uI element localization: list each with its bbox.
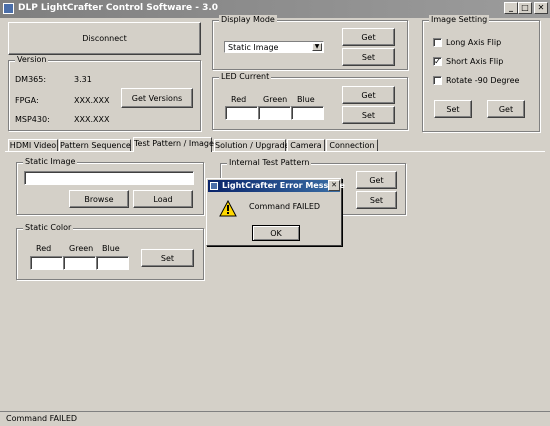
test-pattern-set-button[interactable]: Set bbox=[356, 191, 397, 209]
tab-pattern-sequence[interactable]: Pattern Sequence bbox=[59, 139, 131, 151]
tab-camera[interactable]: Camera bbox=[287, 139, 325, 151]
led-get-button[interactable]: Get bbox=[342, 86, 395, 104]
static-color-blue-input[interactable] bbox=[96, 256, 129, 270]
static-color-red-label: Red bbox=[36, 244, 52, 253]
minimize-button[interactable]: _ bbox=[504, 2, 518, 14]
image-setting-group-label: Image Setting bbox=[429, 15, 490, 24]
window-title: DLP LightCrafter Control Software - 3.0 bbox=[18, 3, 219, 13]
short-axis-flip-label: Short Axis Flip bbox=[446, 57, 504, 66]
close-button[interactable]: ✕ bbox=[534, 2, 548, 14]
rotate-90-label: Rotate -90 Degree bbox=[446, 76, 520, 85]
fpga-label: FPGA: bbox=[15, 96, 39, 105]
rotate-90-checkbox[interactable] bbox=[433, 76, 442, 85]
tab-connection[interactable]: Connection bbox=[326, 139, 378, 151]
msp430-value: XXX.XXX bbox=[74, 115, 110, 124]
short-axis-flip-checkbox[interactable]: ✓ bbox=[433, 57, 442, 66]
error-dialog: LightCrafter Error Message ✕ Command FAI… bbox=[206, 178, 345, 246]
long-axis-flip-label: Long Axis Flip bbox=[446, 38, 502, 47]
internal-test-pattern-group-label: Internal Test Pattern bbox=[227, 158, 312, 167]
led-blue-label: Blue bbox=[297, 95, 315, 104]
status-text: Command FAILED bbox=[6, 414, 78, 423]
browse-button[interactable]: Browse bbox=[69, 190, 129, 208]
fpga-value: XXX.XXX bbox=[74, 96, 110, 105]
error-dialog-title: LightCrafter Error Message bbox=[222, 181, 345, 190]
led-blue-input[interactable] bbox=[291, 106, 324, 120]
status-bar: Command FAILED bbox=[0, 411, 550, 426]
dm365-value: 3.31 bbox=[74, 75, 92, 84]
chevron-down-icon[interactable]: ▼ bbox=[312, 43, 322, 51]
static-color-red-input[interactable] bbox=[30, 256, 63, 270]
load-button[interactable]: Load bbox=[133, 190, 193, 208]
led-set-button[interactable]: Set bbox=[342, 106, 395, 124]
led-green-input[interactable] bbox=[258, 106, 291, 120]
display-mode-select[interactable]: Static Image ▼ bbox=[224, 41, 324, 53]
dm365-label: DM365: bbox=[15, 75, 47, 84]
tab-hdmi-video[interactable]: HDMI Video bbox=[8, 139, 58, 151]
static-color-blue-label: Blue bbox=[102, 244, 120, 253]
display-mode-get-button[interactable]: Get bbox=[342, 28, 395, 46]
led-red-input[interactable] bbox=[225, 106, 258, 120]
static-color-green-label: Green bbox=[69, 244, 94, 253]
error-dialog-message: Command FAILED bbox=[249, 202, 321, 211]
get-versions-button[interactable]: Get Versions bbox=[121, 88, 193, 108]
tab-solution-upgrade[interactable]: Solution / Upgrade bbox=[214, 139, 290, 151]
display-mode-group-label: Display Mode bbox=[219, 15, 277, 24]
error-dialog-close-button[interactable]: ✕ bbox=[328, 180, 340, 191]
app-icon bbox=[3, 3, 14, 14]
static-color-group-label: Static Color bbox=[23, 223, 74, 232]
ok-button[interactable]: OK bbox=[252, 225, 300, 241]
tab-test-pattern-image[interactable]: Test Pattern / Image bbox=[133, 137, 214, 152]
image-setting-get-button[interactable]: Get bbox=[487, 100, 525, 118]
display-mode-set-button[interactable]: Set bbox=[342, 48, 395, 66]
static-color-set-button[interactable]: Set bbox=[141, 249, 194, 267]
long-axis-flip-checkbox[interactable] bbox=[433, 38, 442, 47]
warning-icon bbox=[219, 200, 237, 217]
display-mode-selected: Static Image bbox=[228, 43, 279, 52]
tab-panel-border bbox=[5, 151, 545, 152]
maximize-button[interactable]: □ bbox=[518, 2, 532, 14]
version-group-label: Version bbox=[15, 55, 49, 64]
static-image-path-input[interactable] bbox=[24, 171, 194, 185]
led-green-label: Green bbox=[263, 95, 288, 104]
led-red-label: Red bbox=[231, 95, 247, 104]
disconnect-button[interactable]: Disconnect bbox=[8, 22, 201, 55]
test-pattern-get-button[interactable]: Get bbox=[356, 171, 397, 189]
msp430-label: MSP430: bbox=[15, 115, 50, 124]
led-current-group-label: LED Current bbox=[219, 72, 272, 81]
static-image-group-label: Static Image bbox=[23, 157, 78, 166]
dialog-app-icon bbox=[210, 182, 218, 190]
image-setting-set-button[interactable]: Set bbox=[434, 100, 472, 118]
error-dialog-title-bar: LightCrafter Error Message ✕ bbox=[208, 180, 345, 192]
static-color-green-input[interactable] bbox=[63, 256, 96, 270]
